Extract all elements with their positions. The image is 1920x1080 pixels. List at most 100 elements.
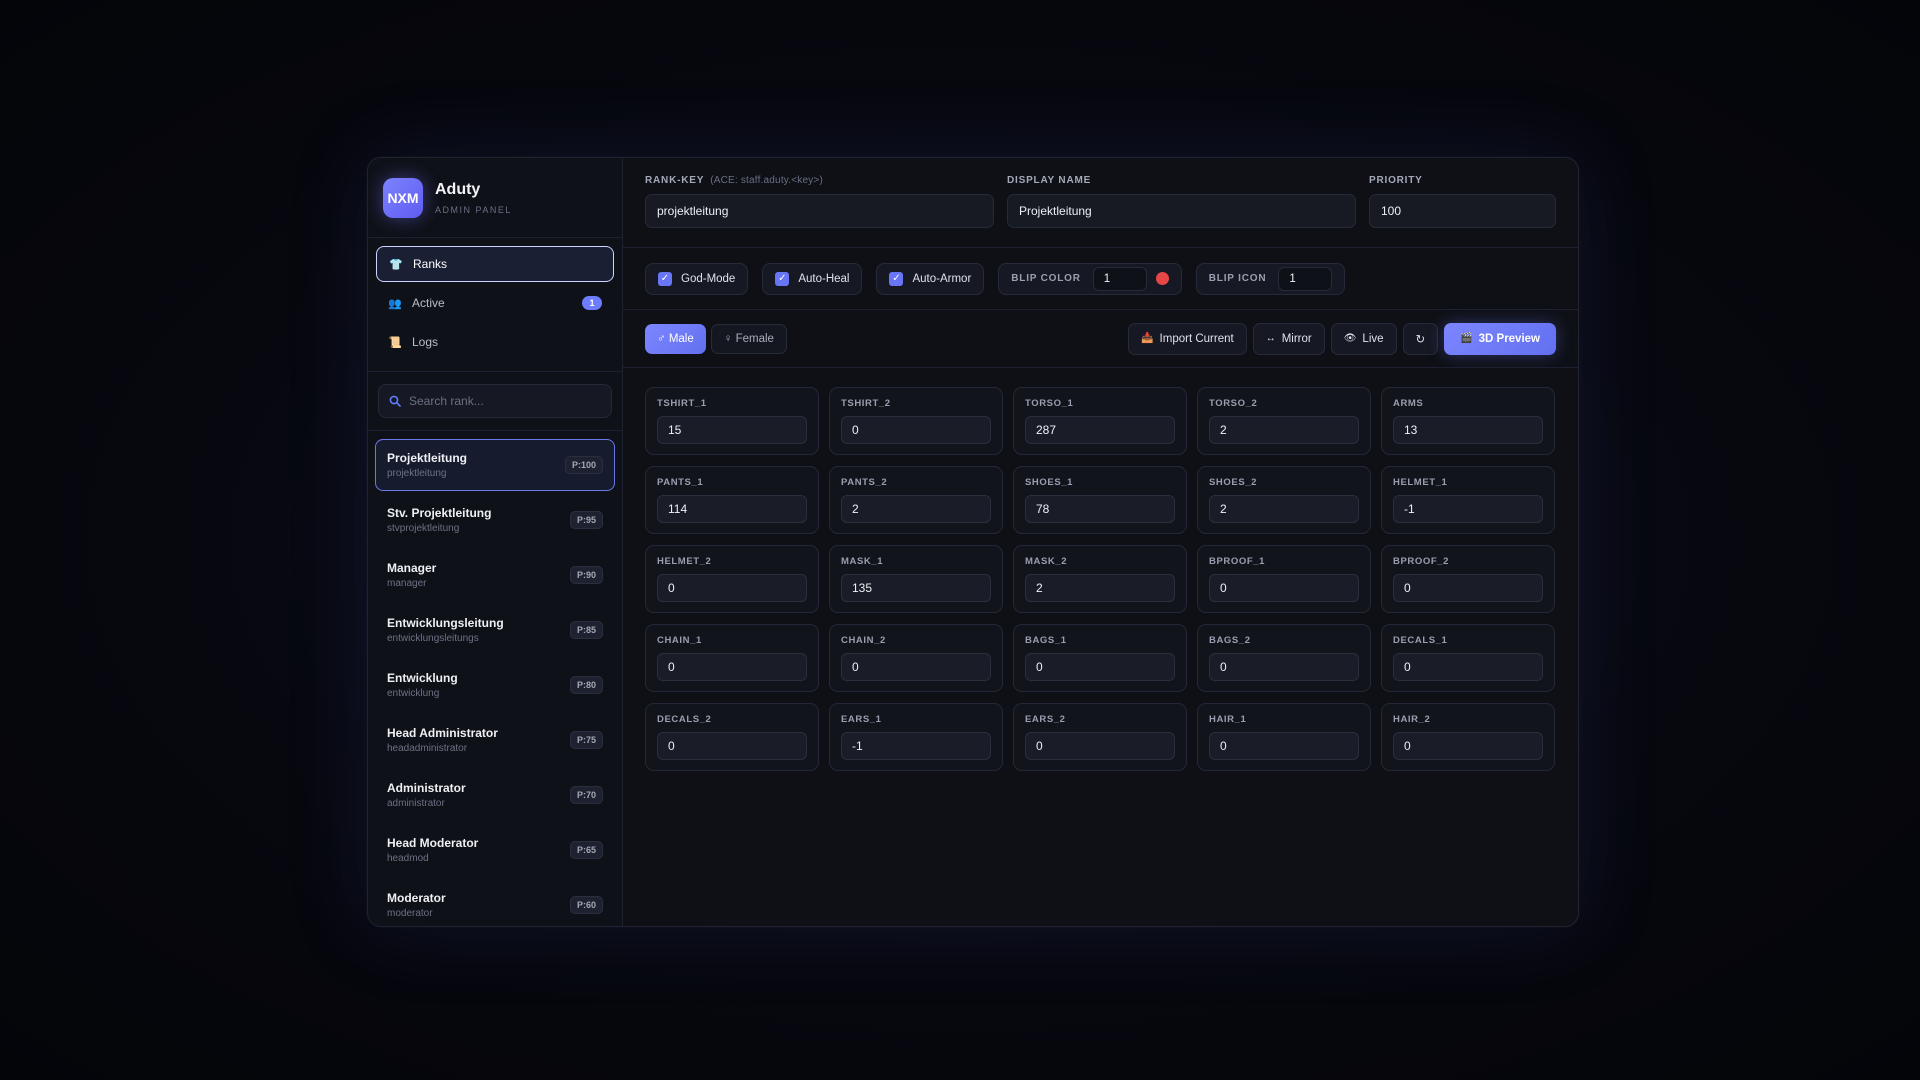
rank-name: Stv. Projektleitung	[387, 506, 492, 520]
rank-key: headmod	[387, 853, 429, 864]
nav-item-ranks[interactable]: 👕 Ranks	[376, 246, 614, 282]
admin-panel: NXM Aduty ADMIN PANEL 👕 Ranks 👥 Active 1…	[367, 157, 1579, 927]
component-value-input[interactable]	[841, 416, 991, 444]
search-icon	[389, 395, 401, 407]
blip-icon-field: BLIP ICON	[1195, 262, 1346, 295]
component-value-input[interactable]	[841, 732, 991, 760]
blip-icon-input[interactable]	[1278, 266, 1333, 291]
rank-key: administrator	[387, 798, 445, 809]
rank-name: Projektleitung	[387, 451, 468, 465]
main-nav: 👕 Ranks 👥 Active 1 📜 Logs	[368, 238, 622, 372]
scroll-icon: 📜	[388, 336, 402, 349]
rank-key: moderator	[387, 908, 433, 919]
component-value-input[interactable]	[1393, 732, 1543, 760]
component-value-input[interactable]	[1025, 653, 1175, 681]
rank-fields: RANK-KEY (ACE: staff.aduty.<key>) DISPLAY…	[623, 158, 1578, 248]
blip-color-swatch[interactable]	[1155, 272, 1169, 285]
nav-item-active[interactable]: 👥 Active 1	[376, 285, 614, 321]
brand-logo: NXM	[383, 177, 423, 218]
mirror-button[interactable]: ↔ Mirror	[1252, 322, 1325, 355]
component-value-input[interactable]	[1209, 732, 1359, 760]
priority-input[interactable]	[1369, 194, 1556, 228]
nav-item-logs[interactable]: 📜 Logs	[376, 324, 614, 360]
priority-badge: P:85	[569, 621, 603, 639]
component-label: PANTS_1	[657, 477, 704, 488]
rank-key-input[interactable]	[645, 194, 994, 228]
rank-item[interactable]: Moderator moderator P:60	[375, 879, 615, 926]
search-rank-input[interactable]	[409, 394, 589, 408]
component-label: CHAIN_1	[657, 635, 702, 646]
clothing-component-card: HELMET_1	[1381, 466, 1555, 534]
rank-key-hint: (ACE: staff.aduty.<key>)	[710, 175, 824, 186]
rank-item[interactable]: Head Administrator headadministrator P:75	[375, 714, 615, 766]
god-mode-toggle[interactable]: ✓ God-Mode	[645, 262, 749, 295]
component-value-input[interactable]	[1393, 574, 1543, 602]
clothing-component-card: HAIR_1	[1197, 703, 1371, 771]
component-value-input[interactable]	[841, 574, 991, 602]
priority-badge: P:75	[569, 731, 603, 749]
active-count-badge: 1	[582, 296, 602, 310]
component-label: BPROOF_1	[1209, 556, 1266, 567]
component-value-input[interactable]	[657, 574, 807, 602]
rank-name: Moderator	[387, 891, 446, 905]
clothing-component-card: DECALS_2	[645, 703, 819, 771]
clothing-component-card: BPROOF_1	[1197, 545, 1371, 613]
nav-item-label: Active	[412, 296, 445, 310]
nav-item-label: Ranks	[413, 257, 448, 271]
component-value-input[interactable]	[1025, 416, 1175, 444]
gender-male-button[interactable]: ♂ Male	[645, 323, 706, 354]
component-value-input[interactable]	[1025, 574, 1175, 602]
component-value-input[interactable]	[1393, 653, 1543, 681]
gender-female-button[interactable]: ♀ Female	[710, 323, 787, 354]
rank-item[interactable]: Projektleitung projektleitung P:100	[375, 439, 615, 491]
component-label: TORSO_2	[1209, 398, 1258, 409]
rank-key-field: RANK-KEY (ACE: staff.aduty.<key>)	[645, 175, 994, 247]
eye-icon: 👁	[1343, 333, 1357, 344]
rank-key: headadministrator	[387, 743, 468, 754]
clothing-component-card: EARS_1	[829, 703, 1003, 771]
rank-item[interactable]: Entwicklung entwicklung P:80	[375, 659, 615, 711]
blip-color-input[interactable]	[1092, 266, 1147, 291]
clothing-component-card: HELMET_2	[645, 545, 819, 613]
rank-key: stvprojektleitung	[387, 523, 460, 534]
rank-item[interactable]: Manager manager P:90	[375, 549, 615, 601]
rank-item[interactable]: Head Moderator headmod P:65	[375, 824, 615, 876]
component-value-input[interactable]	[1025, 495, 1175, 523]
3d-preview-button[interactable]: 🎬 3D Preview	[1444, 322, 1556, 355]
clothing-component-card: CHAIN_2	[829, 624, 1003, 692]
component-value-input[interactable]	[1209, 653, 1359, 681]
component-label: HAIR_1	[1209, 714, 1247, 725]
reset-button[interactable]: ↻	[1402, 322, 1439, 355]
rank-item[interactable]: Administrator administrator P:70	[375, 769, 615, 821]
blip-icon-label: BLIP ICON	[1208, 273, 1267, 284]
component-value-input[interactable]	[1209, 416, 1359, 444]
auto-armor-toggle[interactable]: ✓ Auto-Armor	[876, 262, 985, 295]
component-value-input[interactable]	[1393, 416, 1543, 444]
rank-item[interactable]: Stv. Projektleitung stvprojektleitung P:95	[375, 494, 615, 546]
clothing-component-card: TORSO_1	[1013, 387, 1187, 455]
import-current-button[interactable]: 📥 Import Current	[1128, 322, 1247, 355]
live-button[interactable]: 👁 Live	[1330, 322, 1397, 355]
component-value-input[interactable]	[657, 732, 807, 760]
component-value-input[interactable]	[841, 495, 991, 523]
clothing-component-card: TSHIRT_2	[829, 387, 1003, 455]
component-value-input[interactable]	[657, 416, 807, 444]
checkbox-checked-icon: ✓	[658, 271, 672, 286]
component-value-input[interactable]	[1209, 495, 1359, 523]
clothing-grid: TSHIRT_1 TSHIRT_2 TORSO_1 TORSO_2 ARMS PANTS_…	[623, 368, 1578, 790]
rank-item[interactable]: Entwicklungsleitung entwicklungsleitungs P…	[375, 604, 615, 656]
rank-list: Projektleitung projektleitung P:100 Stv. Pr…	[368, 431, 622, 926]
rank-name: Entwicklung	[387, 671, 458, 685]
auto-heal-toggle[interactable]: ✓ Auto-Heal	[762, 262, 863, 295]
component-value-input[interactable]	[657, 495, 807, 523]
component-value-input[interactable]	[1025, 732, 1175, 760]
component-value-input[interactable]	[657, 653, 807, 681]
blip-color-field: BLIP COLOR	[998, 262, 1182, 295]
component-value-input[interactable]	[1209, 574, 1359, 602]
brand-header: NXM Aduty ADMIN PANEL	[368, 158, 622, 238]
component-value-input[interactable]	[1393, 495, 1543, 523]
outfit-toolbar: ♂ Male ♀ Female 📥 Import Current ↔ Mirro…	[623, 310, 1578, 368]
component-value-input[interactable]	[841, 653, 991, 681]
display-name-input[interactable]	[1007, 194, 1356, 228]
component-label: EARS_2	[1025, 714, 1066, 725]
